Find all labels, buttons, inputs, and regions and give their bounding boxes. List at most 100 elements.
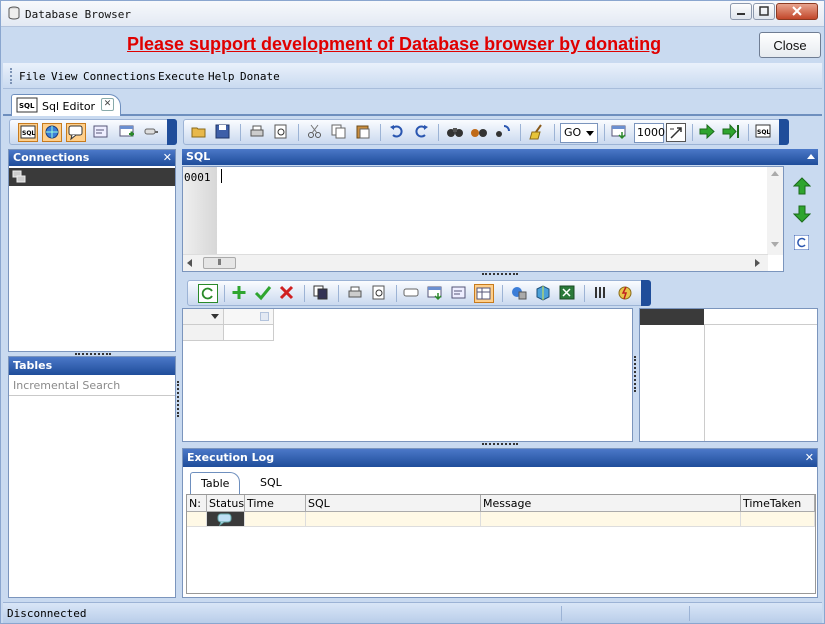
properties-button[interactable] — [92, 123, 112, 142]
clear-button[interactable] — [528, 123, 548, 142]
replace-button[interactable] — [494, 123, 514, 142]
refresh-results-button[interactable] — [198, 284, 218, 303]
preview-results-button[interactable] — [370, 284, 390, 303]
row-selector-header[interactable] — [183, 309, 224, 325]
triangle-up-icon[interactable] — [807, 154, 815, 159]
menu-donate[interactable]: Donate — [240, 70, 280, 83]
panel-close-icon[interactable]: ✕ — [163, 150, 172, 166]
row-limit-input[interactable]: 1000 — [634, 123, 665, 143]
arrow-up-icon[interactable] — [793, 177, 811, 195]
toolbar-overflow[interactable] — [641, 280, 651, 306]
settings-button[interactable] — [616, 284, 636, 303]
sort-button[interactable] — [666, 123, 686, 142]
maximize-button[interactable] — [753, 3, 775, 20]
cut-button[interactable] — [306, 123, 326, 142]
execute-all-button[interactable] — [722, 123, 742, 142]
scroll-down-icon[interactable] — [771, 242, 779, 247]
execute-mode-select[interactable]: GO — [560, 123, 598, 143]
grid-cell[interactable] — [224, 325, 274, 341]
column-header-status[interactable]: Status — [207, 495, 245, 512]
add-row-button[interactable] — [230, 284, 250, 303]
copy-results-button[interactable] — [312, 284, 332, 303]
log-cell-sql[interactable] — [306, 512, 481, 527]
log-cell-message[interactable] — [481, 512, 741, 527]
menu-help[interactable]: Help — [208, 70, 235, 83]
column-header[interactable] — [224, 309, 274, 325]
window-close-button[interactable] — [776, 3, 818, 20]
add-window-button[interactable] — [118, 123, 138, 142]
paste-button[interactable] — [354, 123, 374, 142]
copy-button[interactable] — [330, 123, 350, 142]
find-button[interactable] — [446, 123, 466, 142]
explorer-button[interactable] — [42, 123, 62, 142]
disconnect-button[interactable] — [142, 123, 162, 142]
menu-execute[interactable]: Execute — [158, 70, 204, 83]
floppy-icon — [215, 124, 230, 139]
editor-horizontal-scrollbar[interactable]: ⦀ — [183, 254, 768, 271]
results-splitter[interactable] — [634, 356, 637, 392]
column-menu-icon[interactable] — [260, 312, 269, 321]
commit-button[interactable] — [254, 284, 274, 303]
comment-button[interactable] — [66, 123, 86, 142]
undo-button[interactable] — [388, 123, 408, 142]
panel-close-icon[interactable]: ✕ — [805, 449, 814, 467]
tab-sql[interactable]: SQL — [250, 472, 292, 494]
limit-button[interactable] — [610, 123, 630, 142]
menu-file[interactable]: File — [19, 70, 46, 83]
export-button[interactable] — [510, 284, 530, 303]
editor-vertical-scrollbar[interactable] — [767, 167, 783, 255]
close-button[interactable]: Close — [759, 32, 821, 58]
sql-format-button[interactable]: SQL — [754, 123, 774, 142]
new-window-button[interactable] — [426, 284, 446, 303]
export-xml-button[interactable] — [534, 284, 554, 303]
tab-sql-editor[interactable]: SQL Sql Editor ✕ — [11, 94, 121, 116]
open-button[interactable] — [190, 123, 210, 142]
toggle-panel-button[interactable] — [402, 284, 422, 303]
redo-button[interactable] — [412, 123, 432, 142]
print-preview-button[interactable] — [272, 123, 292, 142]
menu-connections[interactable]: Connections — [83, 70, 156, 83]
log-cell-timetaken[interactable] — [741, 512, 815, 527]
log-splitter[interactable] — [482, 443, 518, 446]
delete-row-button[interactable] — [278, 284, 298, 303]
tab-close-icon[interactable]: ✕ — [101, 98, 114, 111]
toolbar-overflow[interactable] — [167, 119, 177, 145]
arrow-down-icon[interactable] — [793, 205, 811, 223]
log-cell-time[interactable] — [245, 512, 306, 527]
log-cell-status[interactable] — [207, 512, 245, 527]
refresh-icon[interactable] — [794, 235, 809, 250]
log-cell-n[interactable] — [187, 512, 207, 527]
columns-button[interactable] — [592, 284, 612, 303]
form-view-button[interactable] — [450, 284, 470, 303]
vertical-splitter[interactable] — [177, 381, 180, 417]
print-results-button[interactable] — [346, 284, 366, 303]
save-button[interactable] — [214, 123, 234, 142]
connection-row[interactable] — [9, 168, 175, 186]
column-header-n[interactable]: N: — [187, 495, 207, 512]
column-header-time[interactable]: Time — [245, 495, 306, 512]
scroll-thumb[interactable]: ⦀ — [203, 257, 236, 269]
toolbar-overflow[interactable] — [779, 119, 789, 145]
scroll-up-icon[interactable] — [771, 171, 779, 176]
grid-view-button[interactable] — [474, 284, 494, 303]
sql-editor[interactable]: 0001 ⦀ — [182, 166, 784, 272]
donate-link[interactable]: Please support development of Database b… — [127, 34, 661, 55]
record-detail-panel[interactable] — [639, 308, 818, 442]
scroll-right-icon[interactable] — [755, 259, 760, 267]
column-header-timetaken[interactable]: TimeTaken — [741, 495, 815, 512]
new-connection-button[interactable]: SQL — [18, 123, 38, 142]
print-button[interactable] — [248, 123, 268, 142]
minimize-button[interactable] — [730, 3, 752, 20]
results-grid[interactable] — [182, 308, 633, 442]
execute-button[interactable] — [698, 123, 718, 142]
row-indicator[interactable] — [183, 325, 224, 341]
column-header-message[interactable]: Message — [481, 495, 741, 512]
find-next-button[interactable] — [470, 123, 490, 142]
menu-view[interactable]: View — [51, 70, 78, 83]
column-header-sql[interactable]: SQL — [306, 495, 481, 512]
export-excel-button[interactable] — [558, 284, 578, 303]
scroll-left-icon[interactable] — [187, 259, 192, 267]
tab-table[interactable]: Table — [190, 472, 241, 494]
editor-splitter[interactable] — [482, 273, 518, 276]
incremental-search-input[interactable]: Incremental Search — [9, 376, 175, 396]
